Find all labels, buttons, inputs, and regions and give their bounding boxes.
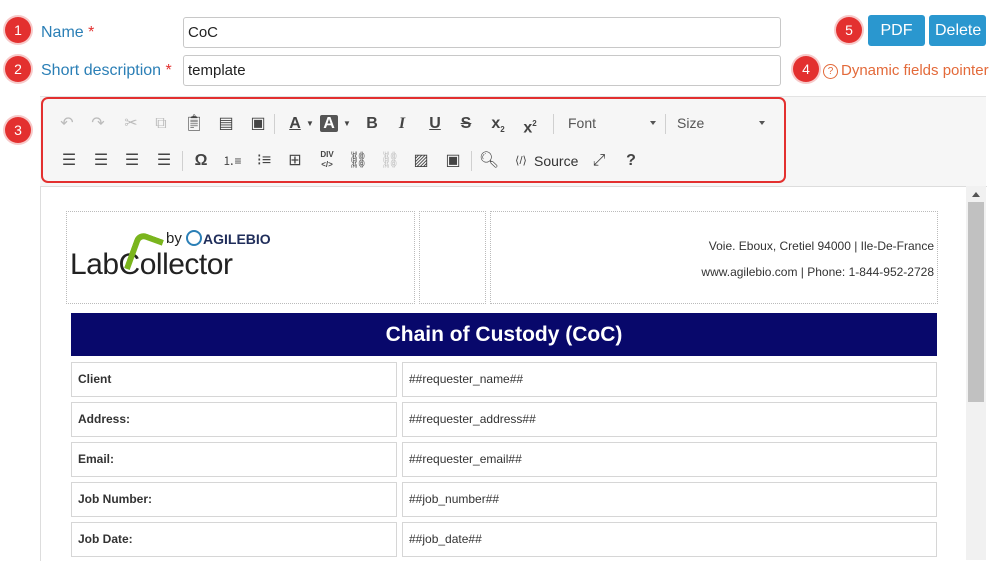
agilebio-logo-icon <box>186 230 202 246</box>
job-number-value-cell: ##job_number## <box>402 482 937 517</box>
short-description-label-text: Short description <box>41 62 162 79</box>
step-badge-4: 4 <box>793 56 819 82</box>
short-description-input[interactable] <box>183 55 781 86</box>
address-line-2: www.agilebio.com | Phone: 1-844-952-2728 <box>701 265 934 279</box>
editor-scrollbar[interactable] <box>966 186 986 560</box>
job-number-label-cell: Job Number: <box>71 482 397 517</box>
logo-by-text: by <box>166 230 182 247</box>
required-mark: * <box>165 62 172 79</box>
delete-button[interactable]: Delete <box>929 15 986 46</box>
short-description-label: Short description * <box>41 62 172 80</box>
step-badge-1: 1 <box>5 17 31 43</box>
dynamic-fields-pointer-link[interactable]: ? Dynamic fields pointer <box>823 62 989 79</box>
address-label-cell: Address: <box>71 402 397 437</box>
labcollector-logo: by AGILEBIO LabCollector <box>70 226 285 286</box>
required-mark: * <box>88 24 95 41</box>
scroll-up-icon[interactable] <box>972 192 980 197</box>
step-badge-3: 3 <box>5 117 31 143</box>
job-date-label-cell: Job Date: <box>71 522 397 557</box>
address-line-1: Voie. Eboux, Cretiel 94000 | Ile-De-Fran… <box>708 239 934 253</box>
step-badge-5: 5 <box>836 17 862 43</box>
name-label-text: Name <box>41 24 84 41</box>
logo-company-text: AGILEBIO <box>203 231 271 247</box>
client-label-cell: Client <box>71 362 397 397</box>
header-address-cell <box>490 211 938 304</box>
pdf-button[interactable]: PDF <box>868 15 925 46</box>
client-value-cell: ##requester_name## <box>402 362 937 397</box>
header-spacer-cell <box>419 211 486 304</box>
step-badge-2: 2 <box>5 56 31 82</box>
email-label-cell: Email: <box>71 442 397 477</box>
job-date-value-cell: ##job_date## <box>402 522 937 557</box>
help-circle-icon: ? <box>823 64 838 79</box>
scrollbar-thumb[interactable] <box>968 202 984 402</box>
dynamic-fields-pointer-text: Dynamic fields pointer <box>841 62 989 79</box>
name-label: Name * <box>41 24 94 42</box>
toolbar-highlight-box <box>41 97 786 183</box>
address-value-cell: ##requester_address## <box>402 402 937 437</box>
name-input[interactable] <box>183 17 781 48</box>
document-title: Chain of Custody (CoC) <box>71 313 937 356</box>
email-value-cell: ##requester_email## <box>402 442 937 477</box>
